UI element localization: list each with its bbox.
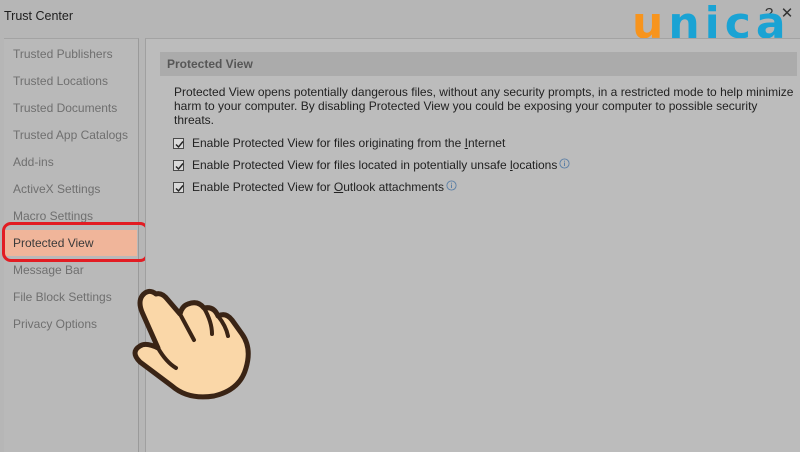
sidebar-item-trusted-locations[interactable]: Trusted Locations xyxy=(5,68,137,94)
sidebar-item-privacy-options[interactable]: Privacy Options xyxy=(5,311,137,337)
option-internet-files-label: Enable Protected View for files originat… xyxy=(192,136,505,150)
checkmark-icon xyxy=(175,184,184,192)
option-unsafe-locations-label: Enable Protected View for files located … xyxy=(192,158,557,172)
checkbox-outlook-attachments[interactable] xyxy=(173,181,184,193)
checkmark-icon xyxy=(175,140,184,148)
option-unsafe-locations[interactable]: Enable Protected View for files located … xyxy=(173,157,570,173)
sidebar-item-trusted-app-catalogs[interactable]: Trusted App Catalogs xyxy=(5,122,137,148)
label-text-end: ocations xyxy=(512,158,558,172)
label-text-end: utlook attachments xyxy=(343,180,444,194)
info-icon[interactable] xyxy=(446,179,457,191)
pointing-hand-icon xyxy=(132,288,251,400)
checkbox-internet-files[interactable] xyxy=(173,137,184,149)
sidebar-item-add-ins[interactable]: Add-ins xyxy=(5,149,137,175)
protected-view-description: Protected View opens potentially dangero… xyxy=(174,85,794,127)
checkmark-icon xyxy=(175,162,184,170)
window-title: Trust Center xyxy=(4,9,74,23)
section-title: Protected View xyxy=(160,52,797,76)
option-outlook-attachments[interactable]: Enable Protected View for Outlook attach… xyxy=(173,179,457,195)
option-internet-files[interactable]: Enable Protected View for files originat… xyxy=(173,135,505,151)
access-key: O xyxy=(333,180,344,194)
sidebar-item-trusted-publishers[interactable]: Trusted Publishers xyxy=(5,41,137,67)
label-text: Enable Protected View for xyxy=(192,180,334,194)
sidebar-item-activex-settings[interactable]: ActiveX Settings xyxy=(5,176,137,202)
sidebar-item-file-block-settings[interactable]: File Block Settings xyxy=(5,284,137,310)
info-icon[interactable] xyxy=(559,157,570,169)
selection-highlight-ring xyxy=(2,222,149,262)
sidebar-item-trusted-documents[interactable]: Trusted Documents xyxy=(5,95,137,121)
option-outlook-attachments-label: Enable Protected View for Outlook attach… xyxy=(192,180,444,194)
label-text: Enable Protected View for files originat… xyxy=(192,136,465,150)
label-text-end: nternet xyxy=(467,136,506,150)
checkbox-unsafe-locations[interactable] xyxy=(173,159,184,171)
label-text: Enable Protected View for files located … xyxy=(192,158,510,172)
